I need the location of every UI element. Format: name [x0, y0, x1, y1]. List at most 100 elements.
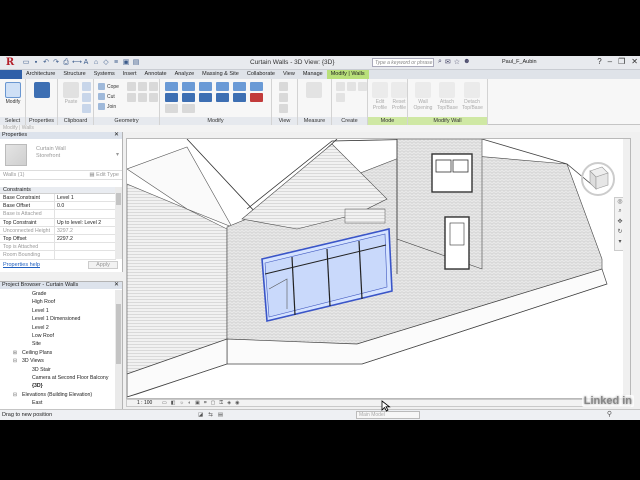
- offset-icon[interactable]: [182, 82, 195, 91]
- property-row[interactable]: Top Constraint Up to level: Level 2: [0, 218, 116, 227]
- cut-button[interactable]: Cut: [98, 92, 115, 101]
- browser-node[interactable]: 3D Stair: [0, 366, 116, 374]
- minimize-icon[interactable]: –: [608, 57, 612, 66]
- search-input[interactable]: Type a keyword or phrase: [372, 58, 434, 67]
- hide-icon[interactable]: [279, 82, 288, 91]
- paint-icon[interactable]: [138, 82, 147, 91]
- group-label-select[interactable]: Select: [0, 117, 25, 125]
- move-icon[interactable]: [165, 93, 178, 102]
- browser-node[interactable]: High Roof: [0, 298, 116, 306]
- mirror-pick-icon[interactable]: [199, 82, 212, 91]
- browser-node[interactable]: Low Roof: [0, 332, 116, 340]
- create-parts-icon[interactable]: [347, 82, 356, 91]
- scroll-thumb[interactable]: [116, 193, 121, 205]
- scale-icon[interactable]: [233, 93, 246, 102]
- browser-node[interactable]: {3D}: [0, 382, 116, 390]
- crop-icon[interactable]: ⌗: [204, 400, 207, 407]
- restore-icon[interactable]: ❐: [618, 57, 625, 66]
- property-value[interactable]: [55, 243, 116, 250]
- attach-button[interactable]: Attach Top/Base: [437, 81, 458, 111]
- browser-node[interactable]: Level 1: [0, 307, 116, 315]
- reset-profile-button[interactable]: Reset Profile: [389, 81, 409, 111]
- copy-element-icon[interactable]: [182, 93, 195, 102]
- mirror-draw-icon[interactable]: [216, 82, 229, 91]
- create-group-icon[interactable]: [358, 82, 367, 91]
- hide-isolate-icon[interactable]: ◈: [227, 400, 231, 407]
- rotate-icon[interactable]: [199, 93, 212, 102]
- tab-annotate[interactable]: Annotate: [141, 70, 171, 79]
- properties-help-link[interactable]: Properties help: [3, 262, 40, 268]
- delete-icon[interactable]: [250, 93, 263, 102]
- demolish-icon[interactable]: [149, 82, 158, 91]
- user-name[interactable]: Paul_F_Aubin: [502, 59, 537, 65]
- render-icon[interactable]: ▣: [195, 400, 200, 407]
- print-icon[interactable]: ⎙: [62, 58, 70, 67]
- property-row[interactable]: Top Offset 2297.2: [0, 234, 116, 244]
- create-similar-icon[interactable]: [336, 93, 345, 102]
- property-row[interactable]: Base Constraint Level 1: [0, 194, 116, 203]
- match-icon[interactable]: [82, 104, 91, 113]
- array-icon[interactable]: [216, 93, 229, 102]
- visual-style-icon[interactable]: ◧: [171, 400, 176, 407]
- open-icon[interactable]: ▭: [22, 58, 30, 67]
- wall-opening-button[interactable]: Wall Opening: [413, 81, 433, 111]
- edit-type-button[interactable]: ▦ Edit Type: [89, 171, 119, 180]
- override-icon[interactable]: [279, 93, 288, 102]
- wall-joins-icon[interactable]: [127, 93, 136, 102]
- building-model[interactable]: [127, 139, 631, 399]
- property-row[interactable]: Top is Attached: [0, 243, 116, 252]
- type-selector[interactable]: Curtain Wall Storefront ▾: [0, 139, 122, 171]
- unpin-icon[interactable]: [182, 104, 195, 113]
- scroll-thumb[interactable]: [116, 304, 121, 364]
- app-menu-icon[interactable]: R: [2, 57, 18, 69]
- browser-node[interactable]: Site: [0, 340, 116, 348]
- tab-modify-walls[interactable]: Modify | Walls: [326, 70, 369, 79]
- cut-icon[interactable]: [82, 93, 91, 102]
- property-value[interactable]: 2297.2: [55, 235, 116, 242]
- measure-button[interactable]: [304, 81, 324, 111]
- close-icon[interactable]: ✕: [631, 57, 638, 66]
- align-icon[interactable]: [165, 82, 178, 91]
- apply-button[interactable]: Apply: [88, 261, 118, 269]
- cope-button[interactable]: Cope: [98, 82, 119, 91]
- tab-analyze[interactable]: Analyze: [171, 70, 199, 79]
- join-button[interactable]: Join: [98, 102, 116, 111]
- detail-level-icon[interactable]: ▭: [162, 400, 167, 407]
- star-icon[interactable]: ☆: [454, 58, 460, 66]
- text-icon[interactable]: A: [82, 58, 90, 67]
- thin-lines-icon[interactable]: ≡: [112, 58, 120, 67]
- property-row[interactable]: Base is Attached: [0, 210, 116, 219]
- tab-structure[interactable]: Structure: [59, 70, 89, 79]
- property-value[interactable]: [55, 251, 116, 258]
- tab-architecture[interactable]: Architecture: [22, 70, 59, 79]
- measure-icon[interactable]: ⟷: [72, 58, 82, 67]
- tab-file[interactable]: [0, 70, 22, 79]
- property-value[interactable]: Up to level: Level 2: [55, 219, 116, 226]
- property-row[interactable]: Base Offset 0.0: [0, 202, 116, 211]
- close-hidden-icon[interactable]: ▣: [122, 58, 130, 67]
- tab-insert[interactable]: Insert: [119, 70, 141, 79]
- filter-icon[interactable]: ⚲: [607, 410, 612, 420]
- redo-icon[interactable]: ↷: [52, 58, 60, 67]
- property-row[interactable]: Room Bounding: [0, 251, 116, 260]
- design-options-icon[interactable]: ▤: [218, 410, 223, 420]
- reveal-icon[interactable]: ◉: [235, 400, 239, 407]
- pin-icon[interactable]: [165, 104, 178, 113]
- split-face-icon[interactable]: [127, 82, 136, 91]
- detach-button[interactable]: Detach Top/Base: [462, 81, 483, 111]
- browser-node[interactable]: ⊟ 3D Views: [0, 357, 116, 365]
- tab-manage[interactable]: Manage: [299, 70, 327, 79]
- expand-icon[interactable]: ⊞: [12, 349, 18, 357]
- properties-scrollbar[interactable]: [115, 187, 122, 259]
- 3d-viewport[interactable]: ◎ ⌕ ✥ ↻ ▾: [126, 138, 631, 399]
- worksets-icon[interactable]: ◪: [198, 410, 203, 420]
- tab-massing-site[interactable]: Massing & Site: [198, 70, 243, 79]
- browser-scrollbar[interactable]: [115, 290, 122, 410]
- property-value[interactable]: [55, 210, 116, 217]
- remove-paint-icon[interactable]: [138, 93, 147, 102]
- shadows-icon[interactable]: ◐: [188, 400, 191, 407]
- instance-filter[interactable]: Walls (1) ▦ Edit Type: [0, 171, 122, 180]
- property-value[interactable]: Level 1: [55, 194, 116, 201]
- switch-windows-icon[interactable]: ▤: [132, 58, 140, 67]
- properties-button[interactable]: [32, 81, 52, 111]
